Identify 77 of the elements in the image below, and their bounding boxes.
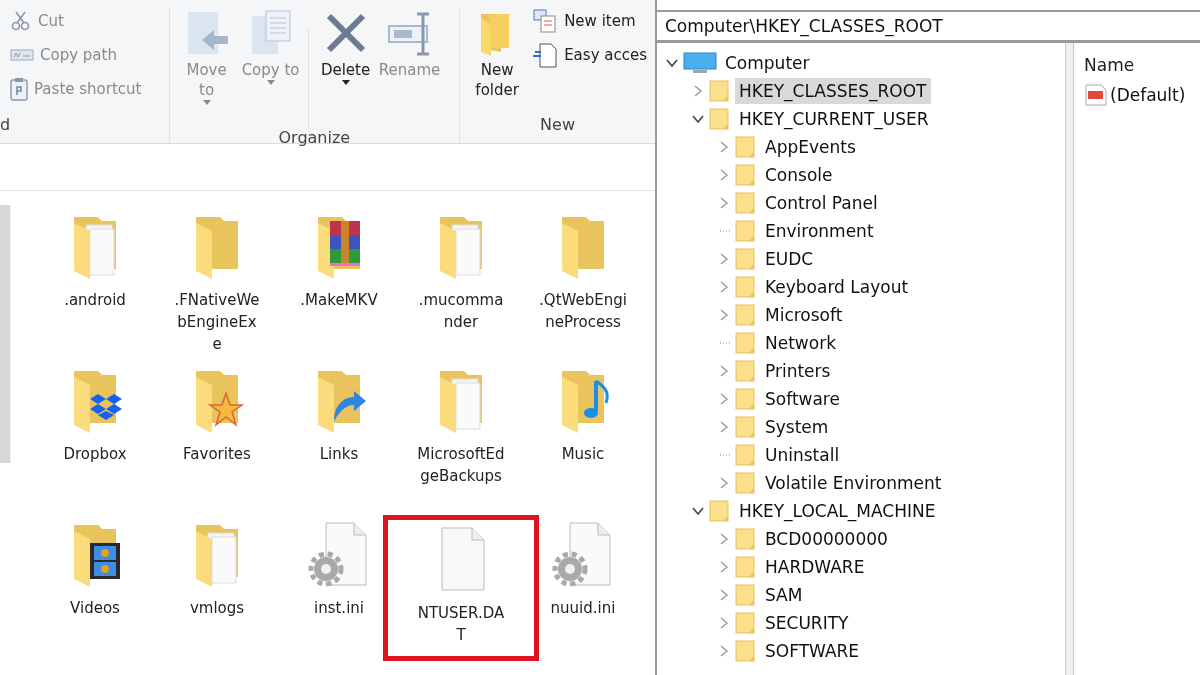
folder-icon (735, 444, 757, 466)
new-item-icon (532, 8, 559, 34)
ribbon-button[interactable]: New folder (468, 8, 527, 100)
tree-item[interactable]: Network (761, 330, 840, 356)
pane-splitter[interactable] (1065, 43, 1074, 675)
folder-icon (735, 164, 757, 186)
tree-item[interactable]: EUDC (761, 246, 818, 272)
folder-icon (735, 276, 757, 298)
tree-item[interactable]: HARDWARE (761, 554, 869, 580)
clipboard-icon (10, 77, 28, 101)
file-name[interactable]: Links (319, 443, 359, 465)
folder-icon (735, 388, 757, 410)
column-header[interactable]: Name (1084, 55, 1200, 83)
folder-icon (735, 528, 757, 550)
ribbon-button[interactable]: Delete (316, 8, 375, 89)
file-name[interactable]: Favorites (183, 443, 251, 465)
tree-item[interactable]: Control Panel (761, 190, 882, 216)
folder-icon (709, 108, 731, 130)
path-icon (10, 48, 34, 62)
folder-icon (709, 80, 731, 102)
tree-item[interactable]: System (761, 414, 833, 440)
tree-item[interactable]: HKEY_CURRENT_USER (735, 106, 933, 132)
folder-icon (709, 500, 731, 522)
file-name[interactable]: Dropbox (63, 443, 127, 465)
folder-icon (735, 248, 757, 270)
folder-icon (735, 472, 757, 494)
folder-icon (735, 556, 757, 578)
tree-item[interactable]: Volatile Environment (761, 470, 946, 496)
folder-icon (735, 416, 757, 438)
tree-item[interactable]: Computer (721, 50, 814, 76)
file-name[interactable]: Videos (70, 597, 120, 619)
folder-icon (735, 360, 757, 382)
folder-icon (735, 584, 757, 606)
file-name[interactable]: inst.ini (314, 597, 364, 619)
tree-item[interactable]: HKEY_LOCAL_MACHINE (735, 498, 940, 524)
file-name[interactable]: vmlogs (189, 597, 245, 619)
string-value-icon (1084, 83, 1108, 107)
folder-icon (735, 612, 757, 634)
tree-item[interactable]: Keyboard Layout (761, 274, 913, 300)
value-name[interactable]: (Default) (1110, 85, 1186, 105)
file-name[interactable]: .FNativeWebEngineExe (173, 289, 261, 355)
folder-icon (735, 220, 757, 242)
file-name[interactable]: Music (561, 443, 605, 465)
file-name[interactable]: nuuid.ini (550, 597, 616, 619)
tree-item[interactable]: Console (761, 162, 837, 188)
folder-icon (735, 332, 757, 354)
group-label: d (0, 115, 12, 136)
scrollbar[interactable] (0, 205, 11, 463)
document-icon (532, 42, 559, 68)
tree-item[interactable]: Uninstall (761, 442, 844, 468)
folder-icon (735, 640, 757, 662)
file-name[interactable]: NTUSER.DAT (417, 602, 505, 646)
tree-item[interactable]: Microsoft (761, 302, 847, 328)
file-name[interactable]: MicrosoftEdgeBackups (417, 443, 505, 487)
group-label: Organize (277, 128, 352, 147)
folder-icon (735, 304, 757, 326)
tree-item[interactable]: HKEY_CLASSES_ROOT (735, 78, 931, 104)
address-field[interactable]: Computer\HKEY_CLASSES_ROOT (657, 12, 1200, 43)
folder-icon (735, 136, 757, 158)
tree-item[interactable]: AppEvents (761, 134, 860, 160)
tree-item[interactable]: SOFTWARE (761, 638, 864, 664)
ribbon-button[interactable]: New item (532, 8, 647, 34)
ribbon-button[interactable]: Easy acces (532, 42, 647, 68)
tree-item[interactable]: Printers (761, 358, 835, 384)
file-name[interactable]: .android (64, 289, 126, 311)
scissors-icon (10, 10, 32, 32)
tree-item[interactable]: BCD00000000 (761, 526, 892, 552)
tree-item[interactable]: SECURITY (761, 610, 853, 636)
tree-item[interactable]: Software (761, 386, 844, 412)
file-name[interactable]: .mucommander (417, 289, 505, 333)
tree-item[interactable]: Environment (761, 218, 878, 244)
monitor-icon (683, 52, 717, 74)
file-name[interactable]: .QtWebEngineProcess (539, 289, 627, 333)
folder-icon (735, 192, 757, 214)
file-name[interactable]: .MakeMKV (300, 289, 378, 311)
group-label: New (539, 115, 576, 136)
tree-item[interactable]: SAM (761, 582, 807, 608)
